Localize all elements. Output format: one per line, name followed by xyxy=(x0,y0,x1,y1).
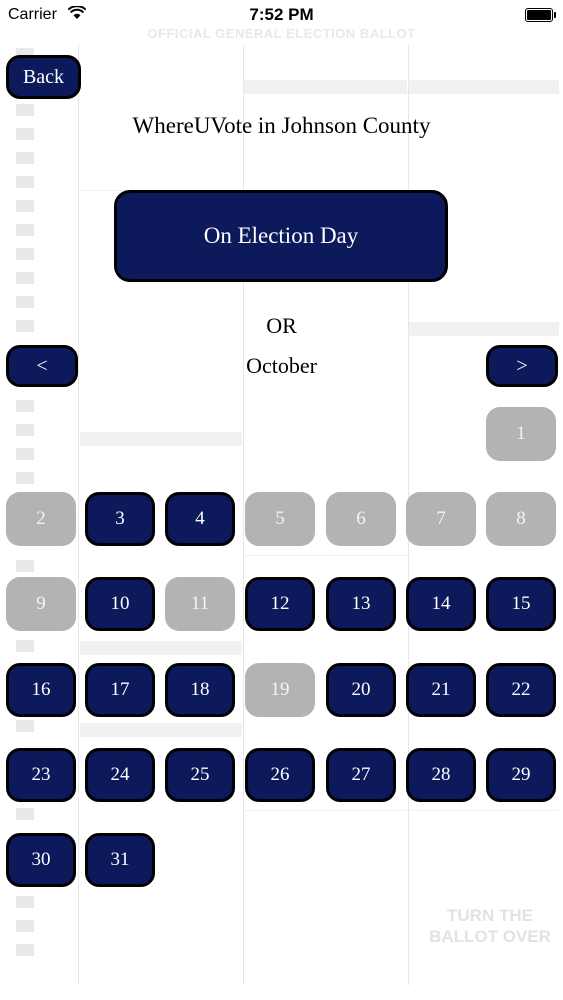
calendar-day-21[interactable]: 21 xyxy=(406,663,476,717)
ballot-section-bar xyxy=(80,641,242,655)
calendar-day-6: 6 xyxy=(326,492,396,546)
calendar-day-1: 1 xyxy=(486,407,556,461)
status-bar: Carrier 7:52 PM xyxy=(0,0,563,30)
timing-mark xyxy=(16,272,34,284)
calendar-day-19: 19 xyxy=(245,663,315,717)
timing-mark xyxy=(16,176,34,188)
timing-mark xyxy=(16,640,34,652)
timing-mark xyxy=(16,472,34,484)
election-day-button[interactable]: On Election Day xyxy=(114,190,448,282)
timing-mark xyxy=(16,720,34,732)
ballot-column-line xyxy=(243,45,244,985)
timing-mark xyxy=(16,424,34,436)
calendar-day-28[interactable]: 28 xyxy=(406,748,476,802)
timing-mark xyxy=(16,808,34,820)
calendar-day-13[interactable]: 13 xyxy=(326,577,396,631)
ballot-section-bar xyxy=(80,723,242,737)
back-button[interactable]: Back xyxy=(6,55,81,99)
timing-mark xyxy=(16,400,34,412)
calendar-day-27[interactable]: 27 xyxy=(326,748,396,802)
page-title: WhereUVote in Johnson County xyxy=(132,113,431,138)
calendar-day-16[interactable]: 16 xyxy=(6,663,76,717)
timing-mark xyxy=(16,920,34,932)
timing-mark xyxy=(16,896,34,908)
ballot-rule xyxy=(244,555,407,556)
calendar-day-15[interactable]: 15 xyxy=(486,577,556,631)
calendar-day-31[interactable]: 31 xyxy=(85,833,155,887)
calendar-day-5: 5 xyxy=(245,492,315,546)
timing-mark xyxy=(16,944,34,956)
timing-mark xyxy=(16,248,34,260)
calendar-day-25[interactable]: 25 xyxy=(165,748,235,802)
timing-mark xyxy=(16,448,34,460)
calendar-day-7: 7 xyxy=(406,492,476,546)
ballot-turn-over-text: TURN THE BALLOT OVER xyxy=(429,906,551,946)
calendar-day-24[interactable]: 24 xyxy=(85,748,155,802)
calendar-day-8: 8 xyxy=(486,492,556,546)
calendar-day-12[interactable]: 12 xyxy=(245,577,315,631)
calendar-day-11: 11 xyxy=(165,577,235,631)
ballot-section-bar xyxy=(80,432,242,446)
calendar-day-26[interactable]: 26 xyxy=(245,748,315,802)
calendar-day-23[interactable]: 23 xyxy=(6,748,76,802)
calendar-day-18[interactable]: 18 xyxy=(165,663,235,717)
ballot-rule xyxy=(409,810,559,811)
calendar-day-20[interactable]: 20 xyxy=(326,663,396,717)
month-title: October xyxy=(246,353,317,378)
ballot-column-line xyxy=(78,45,79,985)
calendar-day-30[interactable]: 30 xyxy=(6,833,76,887)
battery-icon xyxy=(525,8,556,22)
status-time: 7:52 PM xyxy=(249,5,314,24)
or-separator: OR xyxy=(266,313,297,338)
next-month-button[interactable]: > xyxy=(486,345,558,387)
calendar-day-2: 2 xyxy=(6,492,76,546)
calendar-day-22[interactable]: 22 xyxy=(486,663,556,717)
timing-mark xyxy=(16,200,34,212)
ballot-rule xyxy=(244,810,407,811)
timing-mark xyxy=(16,152,34,164)
calendar-day-17[interactable]: 17 xyxy=(85,663,155,717)
ballot-section-bar xyxy=(244,80,407,94)
calendar-day-3[interactable]: 3 xyxy=(85,492,155,546)
ballot-section-bar xyxy=(409,80,559,94)
calendar-day-9: 9 xyxy=(6,577,76,631)
calendar-day-29[interactable]: 29 xyxy=(486,748,556,802)
timing-mark xyxy=(16,296,34,308)
timing-mark xyxy=(16,224,34,236)
calendar-day-4[interactable]: 4 xyxy=(165,492,235,546)
calendar-day-14[interactable]: 14 xyxy=(406,577,476,631)
timing-mark xyxy=(16,560,34,572)
calendar-day-10[interactable]: 10 xyxy=(85,577,155,631)
